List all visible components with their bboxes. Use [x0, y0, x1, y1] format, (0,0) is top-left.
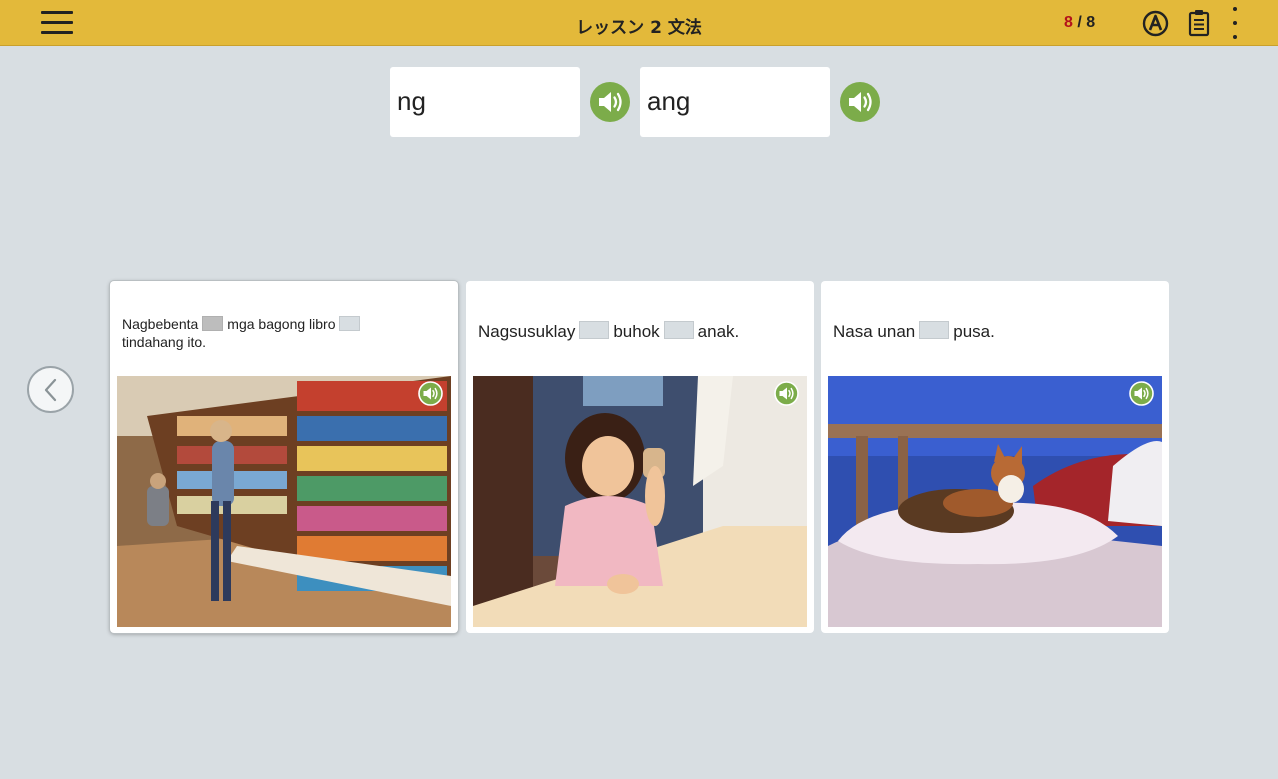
sentence-part: mga bagong libro — [227, 316, 336, 332]
clipboard-icon[interactable] — [1187, 9, 1211, 37]
answer-blank[interactable] — [339, 316, 361, 331]
speaker-icon[interactable] — [590, 82, 630, 122]
speaker-icon[interactable] — [774, 381, 799, 406]
progress-counter: 8 / 8 — [1064, 14, 1095, 32]
sentence-part: pusa. — [953, 322, 995, 341]
bookstore-photo — [117, 376, 451, 627]
answer-blank[interactable] — [663, 321, 694, 339]
speaker-icon[interactable] — [1129, 381, 1154, 406]
sentence-part: tindahang ito. — [122, 334, 207, 350]
girl-combing-hair-photo — [473, 376, 807, 627]
sentence-part: Nagsusuklay — [478, 322, 576, 341]
card-sentence: Nagbebenta mga bagong libro tindahang ito… — [122, 315, 448, 351]
exercise-card-girl[interactable]: Nagsusuklay buhok anak. — [466, 281, 814, 633]
cat-on-pillow-photo — [828, 376, 1162, 627]
auto-advance-a-icon[interactable] — [1142, 10, 1169, 37]
progress-current: 8 — [1064, 14, 1073, 31]
sentence-part: buhok — [613, 322, 660, 341]
word-tile-ng[interactable]: ng — [390, 67, 580, 137]
word-tile-ang[interactable]: ang — [640, 67, 830, 137]
answer-blank[interactable] — [202, 316, 224, 331]
exercise-card-cat[interactable]: Nasa unan pusa. — [821, 281, 1169, 633]
card-sentence: Nagsusuklay buhok anak. — [478, 321, 804, 343]
progress-total: 8 — [1086, 14, 1096, 31]
answer-blank[interactable] — [579, 321, 610, 339]
previous-button[interactable] — [27, 366, 74, 413]
progress-separator: / — [1072, 14, 1087, 31]
card-sentence: Nasa unan pusa. — [833, 321, 1159, 343]
answer-blank[interactable] — [919, 321, 950, 339]
more-vertical-icon[interactable] — [1226, 6, 1244, 40]
chevron-left-icon — [44, 378, 57, 402]
sentence-part: Nagbebenta — [122, 316, 199, 332]
exercise-card-bookstore[interactable]: Nagbebenta mga bagong libro tindahang ito… — [110, 281, 458, 633]
speaker-icon[interactable] — [418, 381, 443, 406]
sentence-part: anak. — [697, 322, 740, 341]
sentence-part: Nasa unan — [833, 322, 916, 341]
speaker-icon[interactable] — [840, 82, 880, 122]
top-bar: レッスン 2 文法 8 / 8 — [0, 0, 1278, 46]
